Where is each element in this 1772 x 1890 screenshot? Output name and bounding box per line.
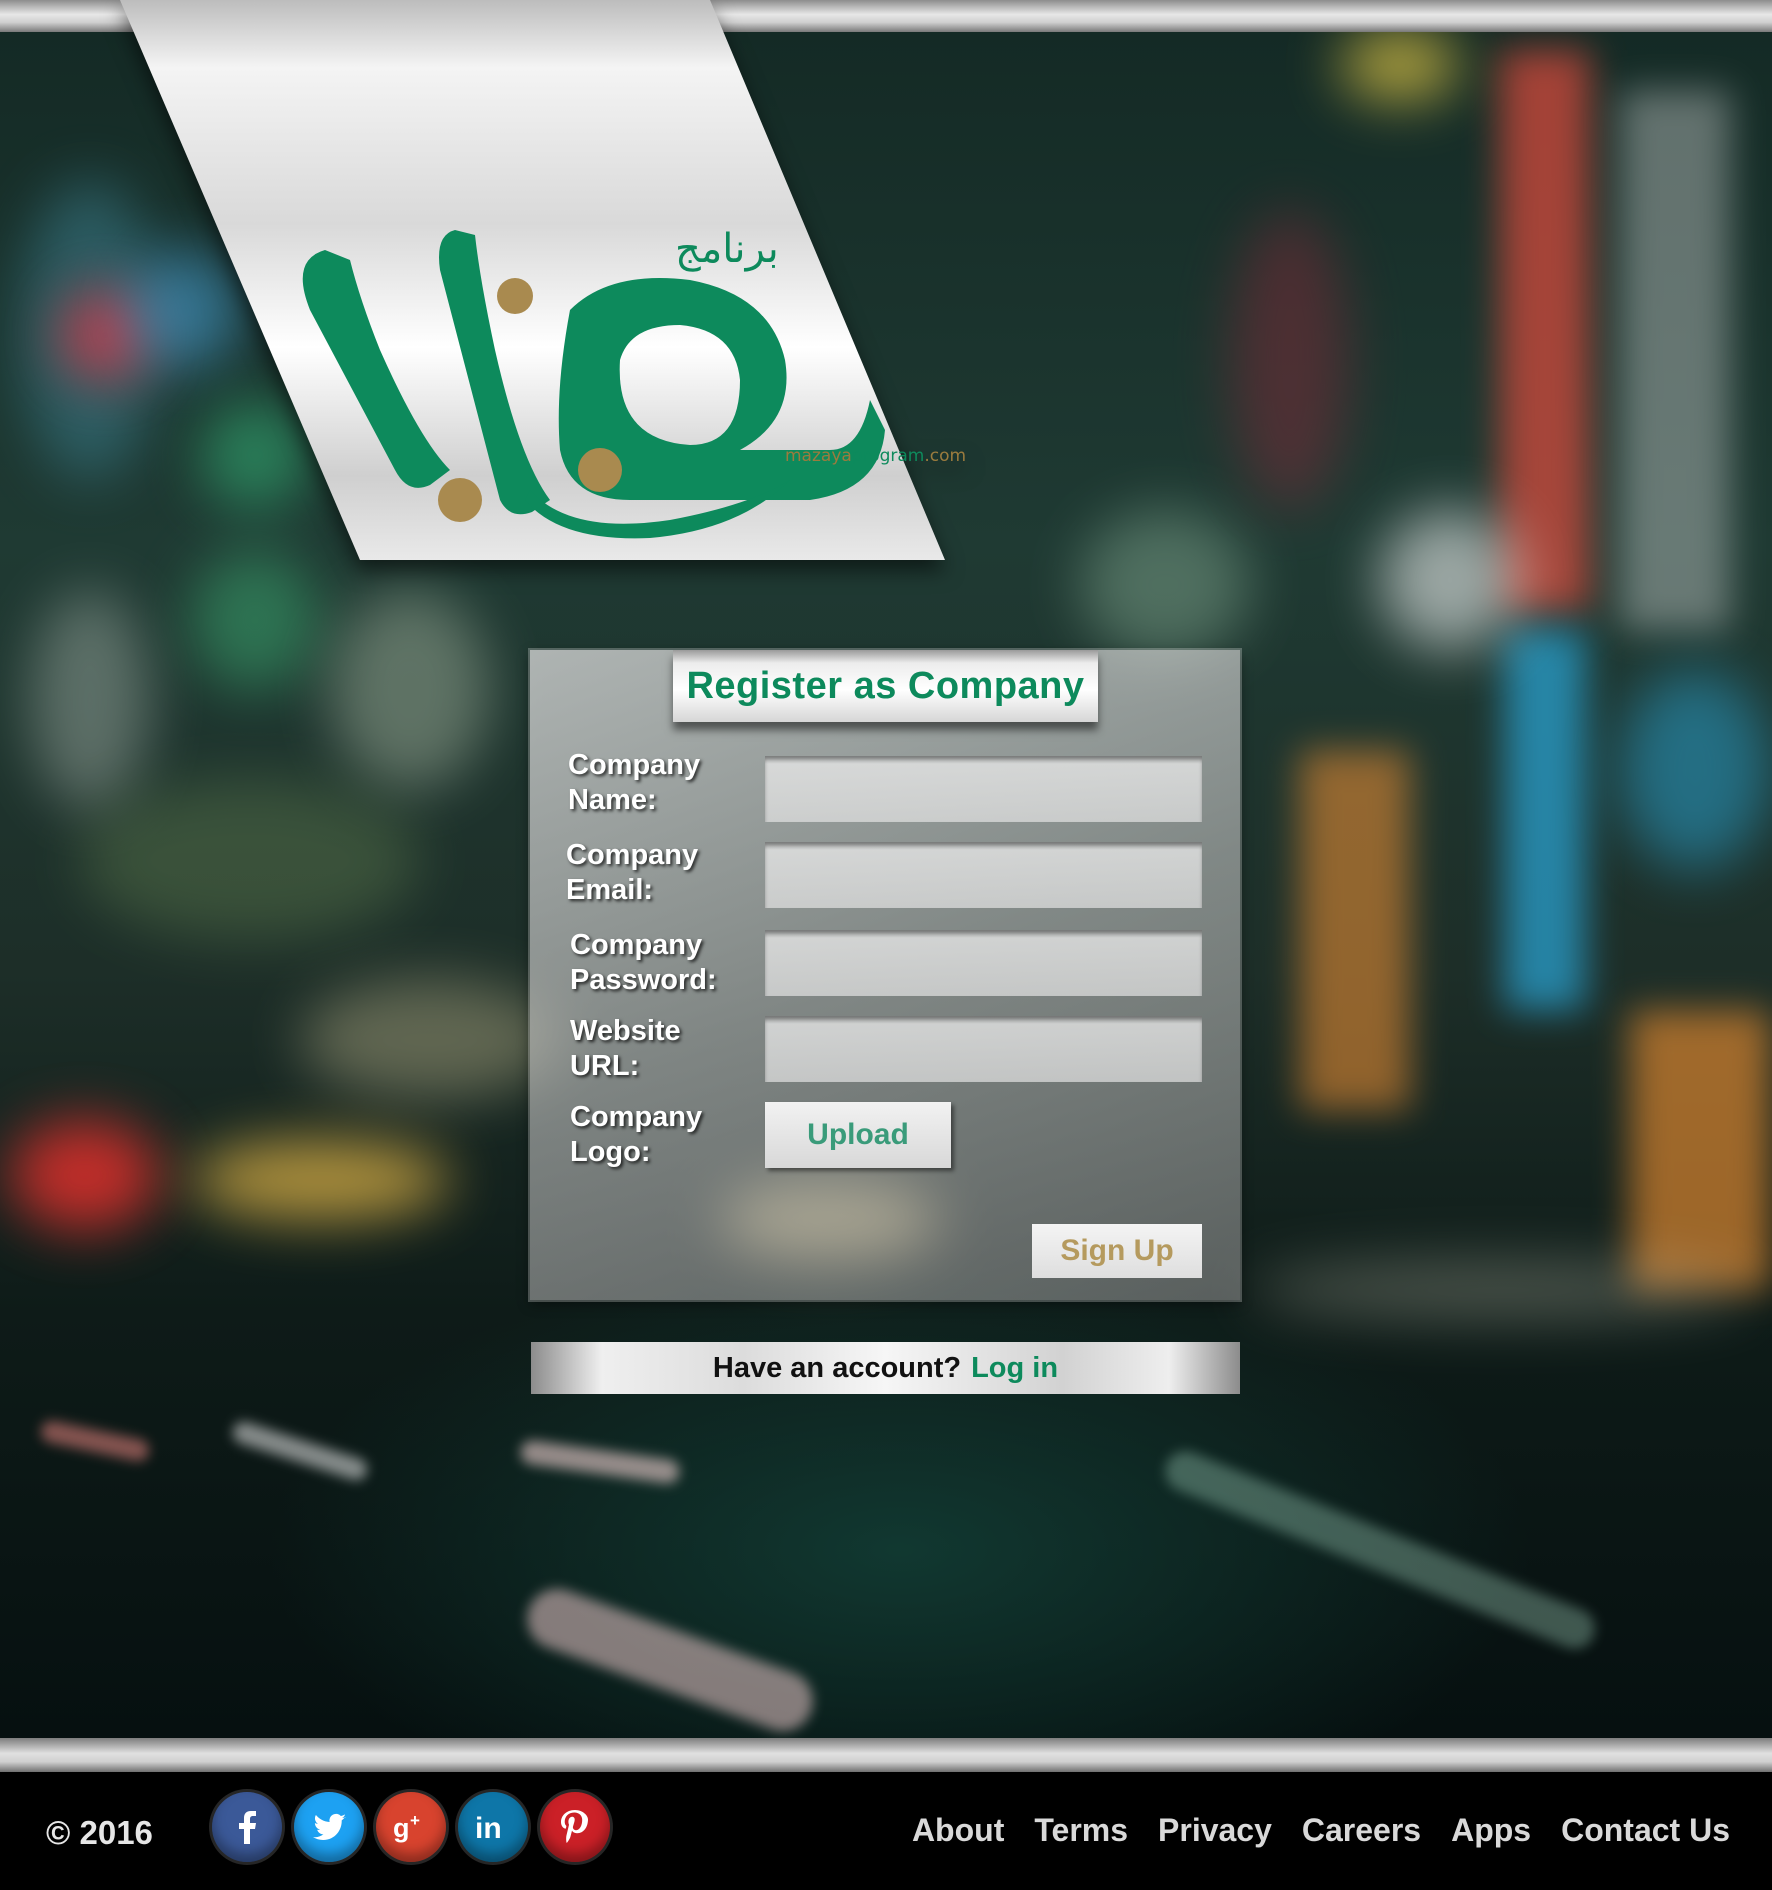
footer-link-contact-us[interactable]: Contact Us xyxy=(1561,1812,1730,1849)
bottom-chrome-bar xyxy=(0,1738,1772,1772)
card-title-tab: Register as Company xyxy=(673,650,1098,722)
footer-link-privacy[interactable]: Privacy xyxy=(1158,1812,1272,1849)
footer-link-careers[interactable]: Careers xyxy=(1302,1812,1421,1849)
footer-link-apps[interactable]: Apps xyxy=(1451,1812,1531,1849)
mazaya-logo[interactable] xyxy=(270,200,970,540)
company-password-input[interactable] xyxy=(765,930,1202,996)
sign-up-button[interactable]: Sign Up xyxy=(1032,1224,1202,1278)
footer-link-about[interactable]: About xyxy=(912,1812,1004,1849)
register-card: Register as Company Company Name: Company… xyxy=(530,650,1240,1300)
footer-link-terms[interactable]: Terms xyxy=(1034,1812,1128,1849)
svg-text:in: in xyxy=(475,1812,502,1845)
twitter-icon[interactable] xyxy=(294,1792,364,1862)
facebook-icon[interactable] xyxy=(212,1792,282,1862)
login-strip: Have an account? Log in xyxy=(531,1342,1240,1394)
company-email-input[interactable] xyxy=(765,842,1202,908)
copyright: © 2016 xyxy=(46,1814,153,1851)
upload-logo-button[interactable]: Upload xyxy=(765,1102,951,1168)
log-in-link[interactable]: Log in xyxy=(971,1352,1058,1385)
company-name-label: Company Name: xyxy=(568,749,701,816)
website-url-label: Website URL: xyxy=(570,1015,681,1082)
page-title: Register as Company xyxy=(686,664,1085,707)
footer: © 2016 g + in About Terms Privacy Careers… xyxy=(0,1772,1772,1890)
logo-banner: برنامج mazayaprogram.com xyxy=(120,0,966,560)
linkedin-icon[interactable]: in xyxy=(458,1792,528,1862)
svg-text:g: g xyxy=(393,1813,410,1843)
footer-nav: About Terms Privacy Careers Apps Contact… xyxy=(912,1812,1730,1849)
google-plus-icon[interactable]: g + xyxy=(376,1792,446,1862)
svg-text:+: + xyxy=(410,1811,420,1830)
company-name-input[interactable] xyxy=(765,756,1202,822)
logo-url: mazayaprogram.com xyxy=(785,446,967,466)
company-email-label: Company Email: xyxy=(566,839,699,906)
company-password-label: Company Password: xyxy=(570,929,717,996)
have-account-text: Have an account? xyxy=(712,1351,962,1384)
company-logo-label: Company Logo: xyxy=(570,1101,703,1168)
website-url-input[interactable] xyxy=(765,1016,1202,1082)
pinterest-icon[interactable] xyxy=(540,1792,610,1862)
